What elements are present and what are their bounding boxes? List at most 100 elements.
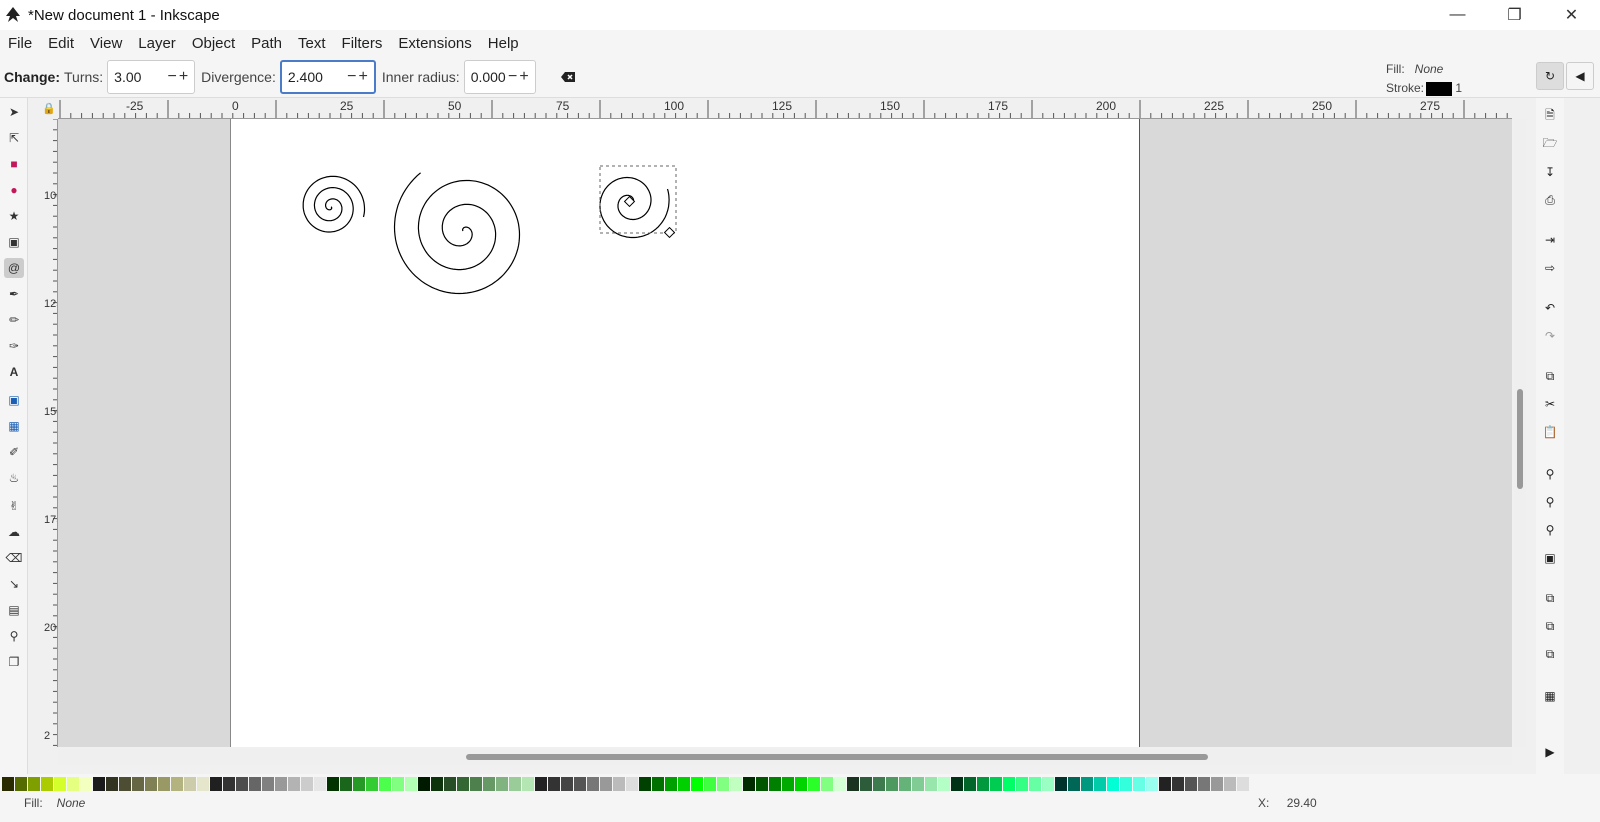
palette-swatch[interactable] [730, 777, 742, 791]
palette-swatch[interactable] [743, 777, 755, 791]
measure-tool-icon[interactable]: ❐ [4, 652, 24, 672]
palette-swatch[interactable] [756, 777, 768, 791]
print-icon[interactable]: ⎙ [1540, 190, 1560, 210]
palette-swatch[interactable] [106, 777, 118, 791]
palette-swatch[interactable] [1107, 777, 1119, 791]
palette-swatch[interactable] [431, 777, 443, 791]
stroke-width[interactable]: 1 [1455, 81, 1462, 95]
palette-swatch[interactable] [535, 777, 547, 791]
palette-swatch[interactable] [587, 777, 599, 791]
palette-swatch[interactable] [977, 777, 989, 791]
palette-swatch[interactable] [561, 777, 573, 791]
palette-swatch[interactable] [847, 777, 859, 791]
palette-swatch[interactable] [1003, 777, 1015, 791]
palette-swatch[interactable] [54, 777, 66, 791]
zoom-tool-icon[interactable]: ⚲ [4, 626, 24, 646]
palette-swatch[interactable] [808, 777, 820, 791]
palette-swatch[interactable] [28, 777, 40, 791]
palette-swatch[interactable] [184, 777, 196, 791]
vertical-scrollbar[interactable] [1514, 119, 1526, 747]
spiral-small[interactable] [302, 175, 366, 233]
palette-swatch[interactable] [1159, 777, 1171, 791]
zoom-fit-icon[interactable]: ▣ [1540, 548, 1560, 568]
drawing-layer[interactable] [231, 119, 1141, 747]
open-file-icon[interactable]: 🗁 [1540, 134, 1560, 154]
status-fill-indicator[interactable]: Fill: None [24, 796, 85, 810]
palette-swatch[interactable] [899, 777, 911, 791]
palette-swatch[interactable] [509, 777, 521, 791]
palette-swatch[interactable] [132, 777, 144, 791]
palette-swatch[interactable] [496, 777, 508, 791]
palette-swatch[interactable] [392, 777, 404, 791]
palette-swatch[interactable] [288, 777, 300, 791]
mesh-tool-icon[interactable]: ▦ [4, 416, 24, 436]
palette-swatch[interactable] [912, 777, 924, 791]
horizontal-scrollbar[interactable] [58, 749, 1512, 765]
palette-swatch[interactable] [366, 777, 378, 791]
palette-swatch[interactable] [1172, 777, 1184, 791]
palette-swatch[interactable] [704, 777, 716, 791]
spray-tool-icon[interactable]: ☁ [4, 522, 24, 542]
text-tool-icon[interactable]: A [4, 362, 24, 382]
palette-swatch[interactable] [483, 777, 495, 791]
palette-swatch[interactable] [93, 777, 105, 791]
palette-swatch[interactable] [1068, 777, 1080, 791]
palette-swatch[interactable] [1146, 777, 1158, 791]
zoom-selection-icon[interactable]: ⚲ [1540, 464, 1560, 484]
palette-swatch[interactable] [301, 777, 313, 791]
palette-swatch[interactable] [522, 777, 534, 791]
spiral-large[interactable] [393, 172, 521, 295]
menu-file[interactable]: File [0, 35, 40, 52]
menu-path[interactable]: Path [243, 35, 290, 52]
menu-help[interactable]: Help [480, 35, 527, 52]
expand-arrow-icon[interactable]: ◀ [1566, 62, 1594, 90]
palette-swatch[interactable] [678, 777, 690, 791]
menu-edit[interactable]: Edit [40, 35, 82, 52]
palette-swatch[interactable] [327, 777, 339, 791]
menu-text[interactable]: Text [290, 35, 334, 52]
palette-swatch[interactable] [860, 777, 872, 791]
turns-stepper[interactable]: −+ [167, 68, 194, 86]
palette-swatch[interactable] [1120, 777, 1132, 791]
tweak-tool-icon[interactable]: ✌ [4, 496, 24, 516]
unlink-clone-icon[interactable]: ⧉ [1540, 644, 1560, 664]
palette-swatch[interactable] [210, 777, 222, 791]
eraser-tool-icon[interactable]: ⌫ [4, 548, 24, 568]
document-page[interactable] [230, 119, 1140, 747]
palette-swatch[interactable] [626, 777, 638, 791]
palette-swatch[interactable] [1211, 777, 1223, 791]
turns-spinbox[interactable]: 3.00 −+ [107, 59, 196, 94]
palette-swatch[interactable] [1198, 777, 1210, 791]
palette-swatch[interactable] [951, 777, 963, 791]
stroke-swatch[interactable] [1426, 81, 1453, 96]
palette-swatch[interactable] [379, 777, 391, 791]
gradient-tool-icon[interactable]: ▣ [4, 390, 24, 410]
palette-swatch[interactable] [1133, 777, 1145, 791]
palette-swatch[interactable] [353, 777, 365, 791]
palette-swatch[interactable] [600, 777, 612, 791]
new-document-icon[interactable]: 🗎 [1540, 106, 1560, 126]
rectangle-tool-icon[interactable]: ■ [4, 154, 24, 174]
menu-view[interactable]: View [82, 35, 130, 52]
clone-icon[interactable]: ⧉ [1540, 616, 1560, 636]
palette-swatch[interactable] [314, 777, 326, 791]
palette-swatch[interactable] [834, 777, 846, 791]
palette-swatch[interactable] [1042, 777, 1054, 791]
pen-tool-icon[interactable]: ✒ [4, 284, 24, 304]
pencil-tool-icon[interactable]: ✏ [4, 310, 24, 330]
palette-swatch[interactable] [795, 777, 807, 791]
3d-box-tool-icon[interactable]: ▣ [4, 232, 24, 252]
palette-swatch[interactable] [2, 777, 14, 791]
export-icon[interactable]: ⇨ [1540, 258, 1560, 278]
snap-toggle-icon[interactable]: ↻ [1536, 62, 1564, 90]
divergence-value[interactable]: 2.400 [288, 69, 323, 85]
palette-swatch[interactable] [236, 777, 248, 791]
palette-swatch[interactable] [1185, 777, 1197, 791]
palette-swatch[interactable] [652, 777, 664, 791]
palette-swatch[interactable] [249, 777, 261, 791]
duplicate-icon[interactable]: ⧉ [1540, 588, 1560, 608]
restore-icon[interactable]: ❐ [1486, 0, 1543, 30]
spiral-tool-icon[interactable]: @ [4, 258, 24, 278]
menu-layer[interactable]: Layer [130, 35, 184, 52]
ellipse-tool-icon[interactable]: ● [4, 180, 24, 200]
